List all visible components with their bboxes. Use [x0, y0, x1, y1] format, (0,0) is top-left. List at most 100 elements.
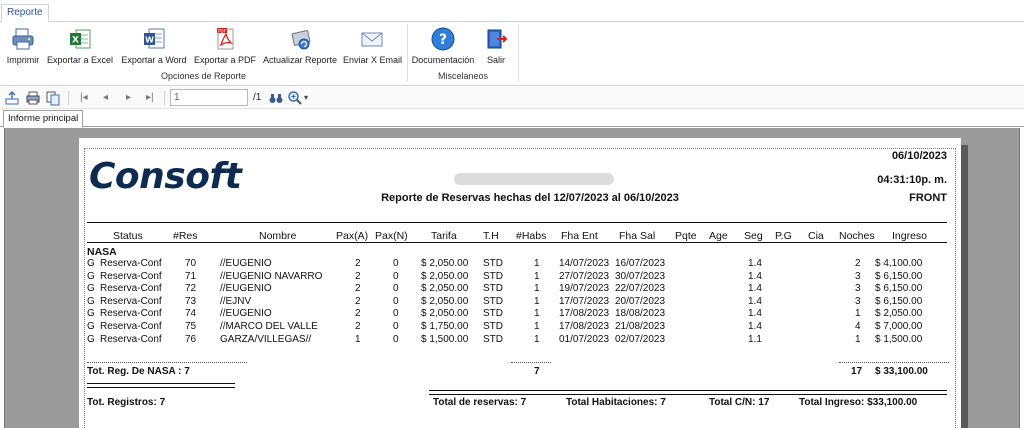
grand-total-habitaciones: Total Habitaciones: 7	[566, 397, 666, 408]
cell-noches: 3	[855, 283, 861, 295]
cell-ent: 14/07/2023	[559, 258, 610, 269]
col-noches: Noches	[839, 230, 875, 242]
group-total-label: Tot. Reg. De NASA : 7	[87, 366, 190, 377]
email-icon	[361, 32, 383, 47]
export-icon[interactable]	[4, 90, 20, 106]
cell-ent: 17/07/2023	[559, 295, 610, 307]
cell-paxn: 0	[393, 295, 399, 307]
cell-status: Reserva-Conf	[100, 321, 162, 332]
cell-seg: 1.4	[748, 321, 762, 332]
zoom-dropdown-icon[interactable]: ▾	[304, 93, 308, 102]
cell-res: 70	[185, 258, 197, 269]
cell-nombre: //EUGENIO	[220, 308, 272, 320]
zoom-icon[interactable]	[287, 90, 303, 106]
cell-tarifa: $ 1,500.00	[421, 333, 469, 345]
tab-reporte[interactable]: Reporte	[1, 4, 49, 23]
export-excel-button[interactable]: X Exportar a Excel	[46, 24, 114, 70]
page-total: /1	[253, 92, 262, 103]
last-page-icon[interactable]: ▸|	[146, 92, 154, 103]
exit-label: Salir	[486, 55, 505, 65]
email-button[interactable]: Enviar X Email	[343, 24, 403, 70]
cell-g: G	[87, 308, 95, 320]
cell-paxa: 2	[355, 295, 361, 307]
refresh-label: Actualizar Reporte	[262, 55, 338, 65]
cell-habs: 1	[534, 321, 540, 332]
help-icon: ?	[431, 27, 455, 51]
prev-page-icon[interactable]: ◂	[103, 92, 108, 103]
col-status: Status	[113, 230, 143, 242]
cell-nombre: GARZA/VILLEGAS//	[220, 333, 312, 345]
document-tabbar: Informe principal	[0, 109, 1024, 128]
grand-total-reservas: Total de reservas: 7	[433, 397, 527, 408]
group-label-miscelaneos: Miscelaneos	[437, 71, 489, 81]
cell-noches: 4	[855, 321, 861, 332]
page-number-input[interactable]: 1	[170, 89, 248, 106]
cell-ent: 17/08/2023	[559, 321, 610, 332]
cell-nombre: //EUGENIO	[220, 283, 272, 295]
cell-sal: 02/07/2023	[615, 333, 666, 345]
cell-noches: 1	[855, 333, 861, 345]
pdf-icon: PDF	[217, 28, 234, 50]
next-page-icon[interactable]: ▸	[126, 92, 131, 103]
refresh-report-button[interactable]: Actualizar Reporte	[262, 24, 338, 70]
print-button[interactable]: Imprimir	[6, 24, 40, 70]
refresh-report-icon	[291, 30, 311, 50]
cell-th: STD	[483, 308, 503, 320]
cell-res: 73	[185, 295, 197, 307]
cell-noches: 3	[855, 270, 861, 282]
export-pdf-button[interactable]: PDF Exportar a PDF	[194, 24, 256, 70]
cell-ingreso: $ 7,000.00	[875, 321, 923, 332]
documentation-button[interactable]: ? Documentación	[411, 24, 475, 70]
cell-res: 75	[185, 321, 197, 332]
email-label: Enviar X Email	[343, 55, 403, 65]
page-shadow	[961, 145, 968, 428]
report-time: 04:31:10p. m.	[877, 174, 947, 186]
cell-ent: 27/07/2023	[559, 270, 610, 282]
cell-paxa: 2	[355, 321, 361, 332]
col-tarifa: Tarifa	[431, 230, 457, 242]
cell-noches: 1	[855, 308, 861, 320]
cell-seg: 1.4	[748, 295, 762, 307]
cell-seg: 1.4	[748, 270, 762, 282]
export-word-button[interactable]: W Exportar a Word	[120, 24, 188, 70]
group-total-noches: 17	[851, 366, 863, 377]
cell-th: STD	[483, 283, 503, 295]
total-rule	[429, 394, 947, 395]
report-title: Reporte de Reservas hechas del 12/07/202…	[381, 192, 679, 204]
cell-habs: 1	[534, 308, 540, 320]
copy-icon[interactable]	[45, 90, 61, 106]
docs-label: Documentación	[411, 55, 475, 65]
table-row: G Reserva-Conf 76 GARZA/VILLEGAS// 1 0 $ 1,500…	[79, 334, 961, 347]
cell-paxa: 1	[355, 333, 361, 345]
exit-button[interactable]: Salir	[478, 24, 514, 70]
cell-tarifa: $ 2,050.00	[421, 295, 469, 307]
grand-total-ingreso: Total Ingreso: $33,100.00	[799, 397, 918, 408]
group-total-habs: 7	[534, 366, 540, 377]
find-binoculars-icon[interactable]	[268, 90, 284, 106]
cell-paxn: 0	[393, 270, 399, 282]
exit-icon	[487, 29, 508, 49]
cell-paxn: 0	[393, 283, 399, 295]
cell-paxa: 2	[355, 258, 361, 269]
col-seg: Seg	[744, 230, 763, 242]
header-rule	[87, 222, 947, 223]
ingreso-rule	[839, 362, 949, 363]
first-page-icon[interactable]: |◂	[80, 92, 88, 103]
cell-nombre: //MARCO DEL VALLE	[220, 321, 318, 332]
columns-rule	[87, 242, 947, 243]
tab-informe-principal[interactable]: Informe principal	[3, 110, 84, 128]
toolbar-separator	[68, 91, 69, 105]
report-page: Consoft Reporte de Reservas hechas del 1…	[79, 138, 961, 428]
cell-nombre: //EUGENIO	[220, 258, 272, 269]
cell-paxn: 0	[393, 258, 399, 269]
report-canvas[interactable]: Consoft Reporte de Reservas hechas del 1…	[4, 128, 1020, 428]
print-icon[interactable]	[25, 90, 41, 106]
cell-status: Reserva-Conf	[100, 333, 162, 345]
group-rule	[87, 362, 247, 363]
cell-habs: 1	[534, 270, 540, 282]
report-viewer-window: Reporte Imprimir X Exportar a Excel W Ex…	[0, 0, 1024, 428]
cell-ent: 01/07/2023	[559, 333, 610, 345]
cell-tarifa: $ 2,050.00	[421, 308, 469, 320]
col-pax-n: Pax(N)	[375, 230, 408, 242]
cell-paxn: 0	[393, 308, 399, 320]
